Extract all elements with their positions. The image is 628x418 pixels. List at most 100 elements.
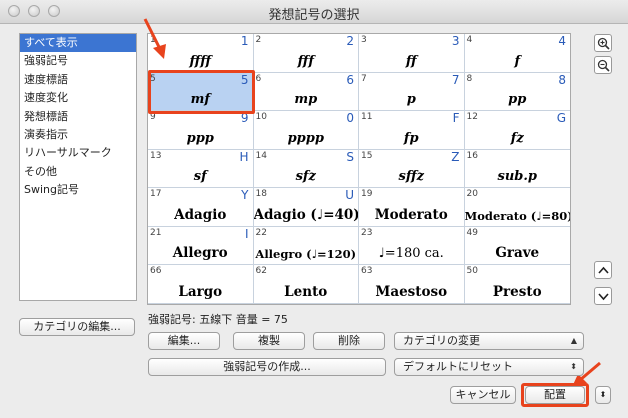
cell-number: 8 [466,73,473,84]
selection-status: 強弱記号: 五線下 音量 = 75 [148,313,288,326]
cell-number: 6 [255,73,262,84]
cell-number: 20 [466,189,478,200]
edit-button[interactable]: 編集... [148,332,220,350]
cell-shortcut-key: 0 [346,111,354,126]
cell-number: 4 [466,35,473,45]
cell-symbol: p [406,92,416,108]
symbol-cell[interactable]: 8 8 pp [464,72,570,112]
cell-shortcut-key: U [345,188,354,203]
cell-symbol: Allegro (♩=120) [255,247,357,262]
cell-number: 15 [361,150,373,161]
symbol-grid[interactable]: 1 1 ffff 2 2 fff 3 3 ff 4 4 f 5 5 mf 6 6 mp 7 7 p 8 8 pp 9 9 ppp 10… [147,33,571,305]
cell-shortcut-key: G [556,111,566,126]
category-item[interactable]: 発想標語 [20,108,136,126]
symbol-cell[interactable]: 1 1 ffff [148,34,254,73]
place-options-button[interactable]: ⬍ [595,386,611,404]
cell-number: 23 [361,227,373,238]
cell-shortcut-key: 1 [240,34,249,48]
cell-symbol: fff [297,53,314,69]
edit-category-button[interactable]: カテゴリの編集... [19,318,135,336]
cell-shortcut-key: 9 [240,111,249,126]
symbol-cell[interactable]: 12 Gfz [464,111,570,150]
cell-number: 7 [361,73,367,84]
cell-shortcut-key: 7 [451,72,460,87]
delete-button[interactable]: 削除 [313,332,385,350]
cell-symbol: sub.p [497,169,537,185]
symbol-cell[interactable]: 50 Presto [464,265,570,304]
cell-number: 22 [255,227,267,238]
category-item[interactable]: リハーサルマーク [20,144,136,162]
scroll-up-button[interactable] [594,261,612,279]
category-list[interactable]: すべて表示 強弱記号 速度標語 速度変化 発想標語 演奏指示 リハーサルマーク その他 Swin… [19,33,137,301]
symbol-cell[interactable]: 23 ♩=180 ca. [359,226,465,266]
symbol-cell[interactable]: 7 7 p [359,72,465,112]
cell-symbol: Lento [284,284,328,300]
symbol-cell[interactable]: 11 Ffp [359,111,465,150]
symbol-cell[interactable]: 18 U Adagio (♩=40) [253,188,359,227]
cell-shortcut-key: F [452,111,460,126]
zoom-out-button[interactable] [594,56,612,74]
symbol-cell[interactable]: 22 Allegro (♩=120) [253,226,359,266]
symbol-cell[interactable]: 14 Ssfz [253,149,359,189]
symbol-cell[interactable]: 63 Maestoso [359,265,465,304]
cell-number: 63 [361,266,373,277]
cell-symbol: mp [294,92,318,108]
chevron-down-icon [598,293,609,301]
cell-symbol: ♩=180 ca. [378,246,444,262]
cell-shortcut-key: 3 [451,34,460,48]
symbol-cell[interactable]: 5 5 mf [148,72,254,112]
zoom-in-icon [597,37,610,50]
category-item[interactable]: すべて表示 [20,34,136,53]
cell-symbol: Adagio [174,206,227,223]
category-item[interactable]: 強弱記号 [20,52,136,70]
cell-symbol: Moderato [374,206,448,223]
cell-number: 19 [361,189,373,200]
change-category-label: カテゴリの変更 [403,334,480,347]
cell-symbol: sffz [398,169,424,185]
category-item[interactable]: その他 [20,163,136,181]
symbol-cell[interactable]: 2 2 fff [253,34,359,73]
cell-symbol: ffff [189,53,211,69]
cell-symbol: fz [510,130,524,146]
category-item[interactable]: 速度変化 [20,89,136,107]
reset-default-popup[interactable]: デフォルトにリセット ⬍ [394,358,584,376]
symbol-cell[interactable]: 3 3 ff [359,34,465,73]
symbol-cell[interactable]: 17 Y Adagio [148,188,254,227]
category-item[interactable]: 速度標語 [20,71,136,89]
symbol-cell[interactable]: 13 Hsf [148,149,254,189]
symbol-cell[interactable]: 20 Moderato (♩=80) [464,188,570,227]
symbol-cell[interactable]: 4 4 f [464,34,570,73]
symbol-cell[interactable]: 6 6 mp [253,72,359,112]
cell-symbol: Allegro [172,245,228,262]
create-dynamic-button[interactable]: 強弱記号の作成... [148,358,386,376]
category-item[interactable]: Swing記号 [20,181,136,199]
cell-number: 13 [150,150,162,161]
cell-number: 16 [466,150,478,161]
cell-shortcut-key: 8 [558,72,566,87]
symbol-cell[interactable]: 66 Largo [148,265,254,304]
duplicate-button[interactable]: 複製 [233,332,305,350]
symbol-cell[interactable]: 21 I Allegro [148,226,254,266]
scroll-down-button[interactable] [594,287,612,305]
symbol-cell[interactable]: 15 Zsffz [359,149,465,189]
place-button[interactable]: 配置 [525,386,585,404]
cell-number: 21 [150,227,162,238]
symbol-cell[interactable]: 10 0 pppp [253,111,359,150]
cell-number: 1 [150,35,156,45]
symbol-cell[interactable]: 19 Moderato [359,188,465,227]
cell-symbol: pp [508,92,527,108]
cancel-button[interactable]: キャンセル [450,386,516,404]
symbol-cell[interactable]: 9 9 ppp [148,111,254,150]
change-category-popup[interactable]: カテゴリの変更 ▲ [394,332,584,350]
symbol-cell[interactable]: 49 Grave [464,227,570,266]
symbol-cell[interactable]: 62 Lento [253,265,359,304]
cell-number: 18 [255,189,267,200]
cell-shortcut-key: Z [451,149,460,164]
cell-symbol: Grave [495,245,540,262]
cell-symbol: mf [190,92,210,108]
chevron-up-icon [598,266,609,274]
cell-number: 2 [255,35,262,45]
symbol-cell[interactable]: 16 sub.p [464,150,570,189]
zoom-in-button[interactable] [594,34,612,52]
category-item[interactable]: 演奏指示 [20,126,136,144]
